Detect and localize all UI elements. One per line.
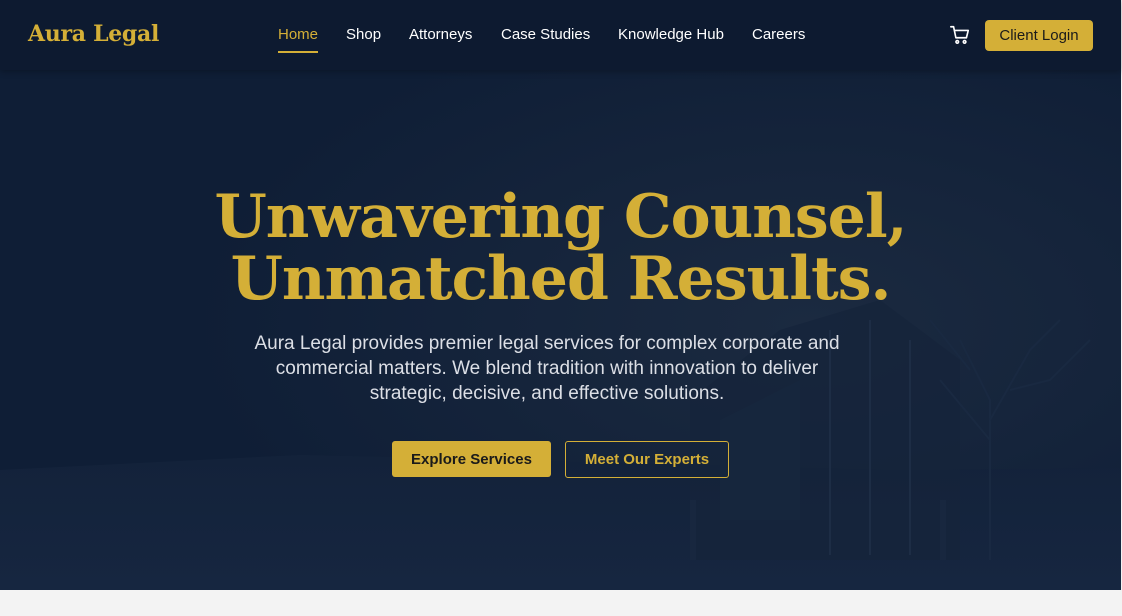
client-login-button[interactable]: Client Login bbox=[985, 20, 1093, 51]
nav-item-careers[interactable]: Careers bbox=[752, 26, 805, 43]
shopping-cart-icon[interactable] bbox=[949, 24, 971, 46]
nav-item-attorneys[interactable]: Attorneys bbox=[409, 26, 472, 43]
nav-item-shop[interactable]: Shop bbox=[346, 26, 381, 43]
nav-item-home[interactable]: Home bbox=[278, 26, 319, 53]
meet-our-experts-button[interactable]: Meet Our Experts bbox=[565, 441, 729, 478]
next-section-edge bbox=[0, 590, 1122, 616]
hero-subtext: Aura Legal provides premier legal servic… bbox=[254, 333, 840, 404]
hero-headline-line-1: Unwavering Counsel, bbox=[214, 182, 907, 252]
explore-services-button[interactable]: Explore Services bbox=[392, 441, 551, 477]
nav-item-knowledge-hub[interactable]: Knowledge Hub bbox=[618, 26, 724, 43]
page: Aura Legal Home Shop Attorneys Case Stud… bbox=[0, 0, 1122, 616]
nav-label: Home bbox=[278, 26, 319, 43]
site-header: Aura Legal Home Shop Attorneys Case Stud… bbox=[0, 0, 1121, 70]
nav-item-case-studies[interactable]: Case Studies bbox=[501, 26, 590, 43]
hero-headline-line-2: Unmatched Results. bbox=[230, 244, 892, 314]
active-nav-underline bbox=[278, 51, 319, 53]
